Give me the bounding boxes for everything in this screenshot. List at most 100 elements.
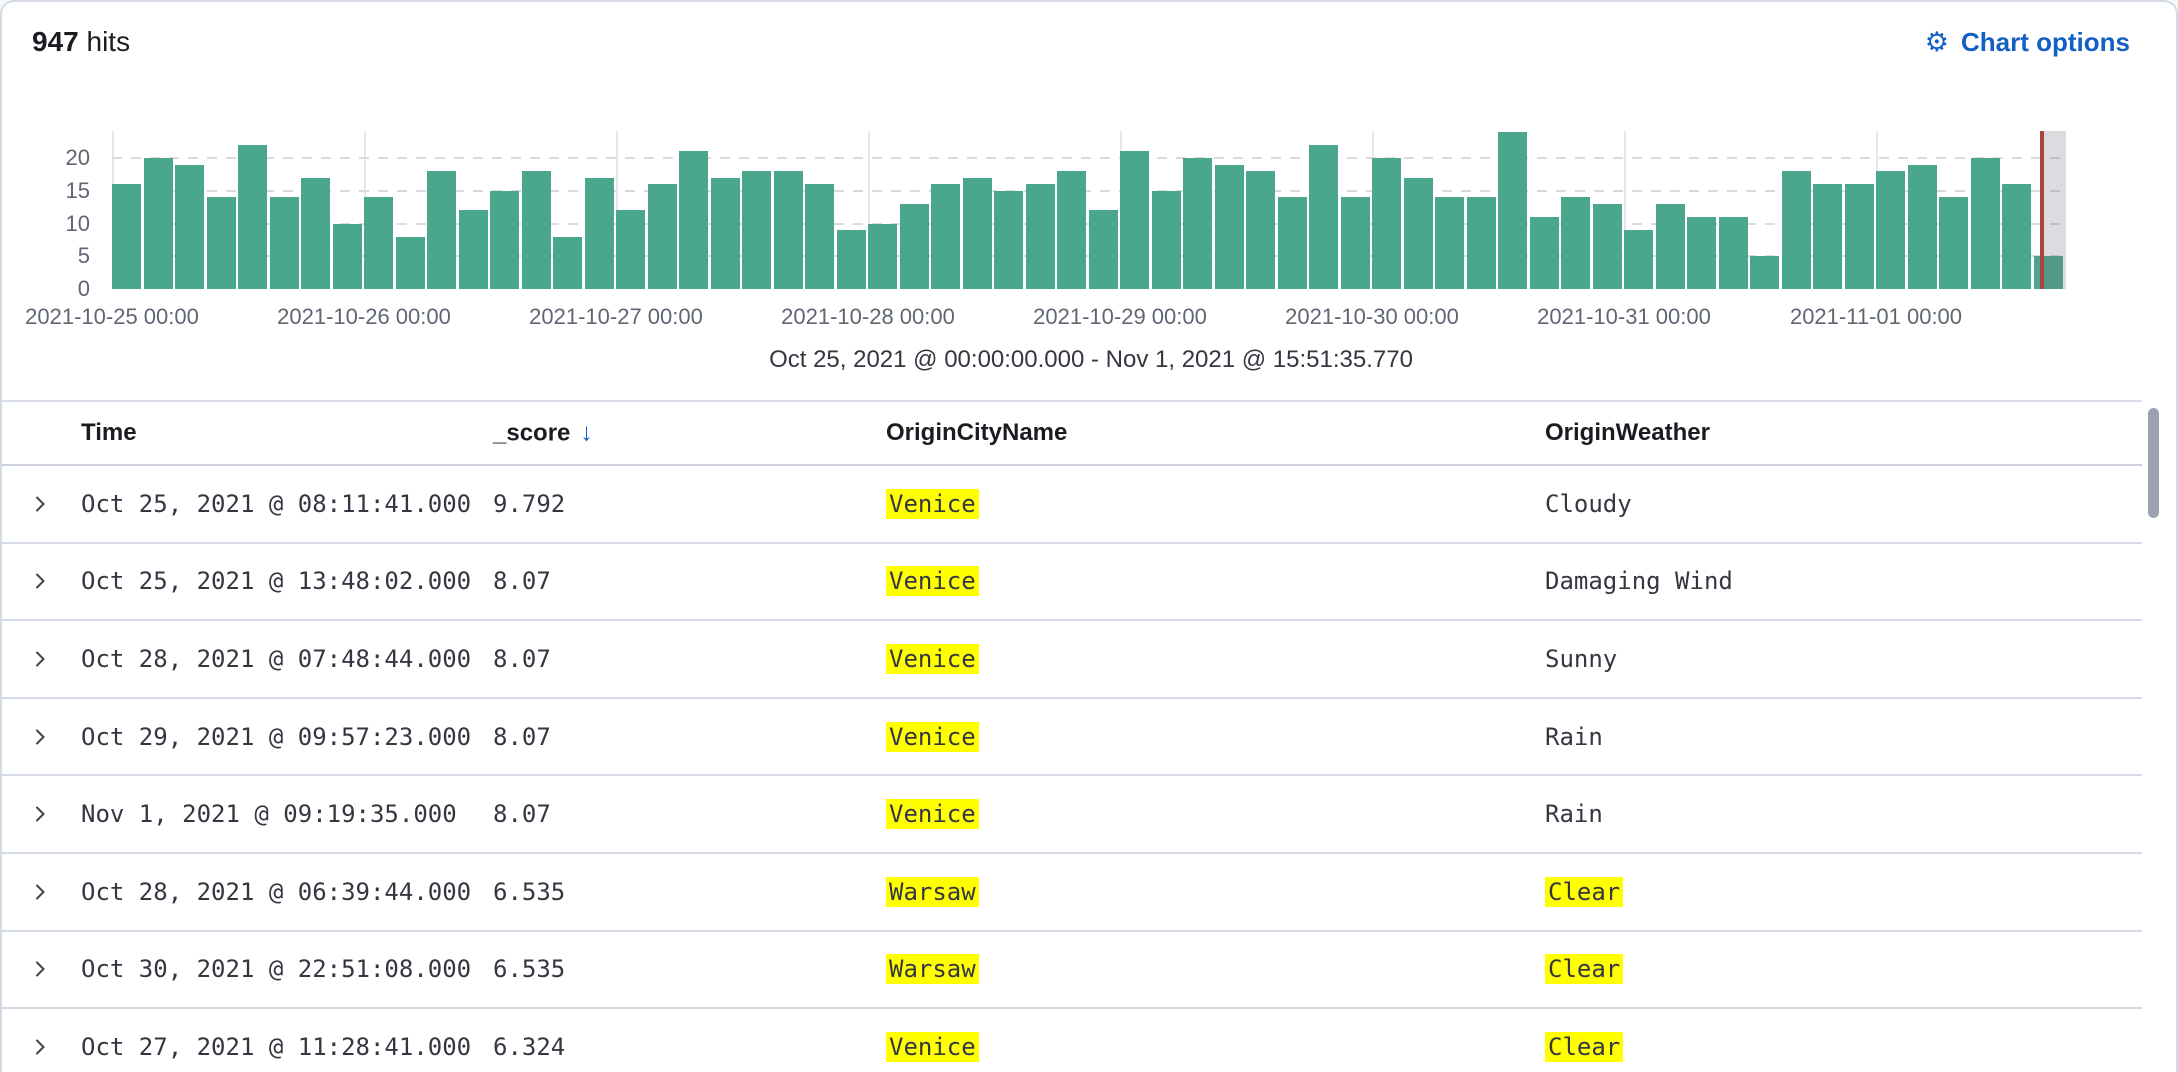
sort-descending-icon[interactable]: ↓ — [580, 419, 593, 447]
histogram-bar[interactable] — [396, 237, 425, 289]
cell-time: Oct 28, 2021 @ 07:48:44.000 — [81, 645, 471, 673]
histogram-bar[interactable] — [1845, 184, 1874, 289]
histogram-bar[interactable] — [1026, 184, 1055, 289]
expand-row-button[interactable] — [30, 494, 50, 514]
histogram-bar[interactable] — [522, 171, 551, 289]
histogram-bar[interactable] — [553, 237, 582, 289]
expand-row-button[interactable] — [30, 571, 50, 591]
table-row: Oct 25, 2021 @ 08:11:41.0009.792VeniceCl… — [2, 466, 2142, 544]
cell-origin-city: Warsaw — [886, 955, 979, 983]
histogram-bar[interactable] — [616, 210, 645, 289]
histogram-bar[interactable] — [1813, 184, 1842, 289]
histogram-bar[interactable] — [1152, 191, 1181, 289]
histogram-bar[interactable] — [837, 230, 866, 289]
histogram-bar[interactable] — [490, 191, 519, 289]
cell-origin-city-highlight: Venice — [886, 799, 979, 829]
histogram-bar[interactable] — [207, 197, 236, 289]
histogram-bar[interactable] — [679, 151, 708, 289]
histogram-bar[interactable] — [1467, 197, 1496, 289]
histogram-bar[interactable] — [1246, 171, 1275, 289]
x-axis-label: 2021-10-30 00:00 — [1257, 304, 1487, 330]
cell-score: 6.324 — [493, 1033, 565, 1061]
histogram-bar[interactable] — [1278, 197, 1307, 289]
histogram-bar[interactable] — [1435, 197, 1464, 289]
histogram-bar[interactable] — [1215, 165, 1244, 289]
column-header-score[interactable]: _score↓ — [493, 419, 593, 448]
histogram-bar[interactable] — [1687, 217, 1716, 289]
histogram-bar[interactable] — [994, 191, 1023, 289]
table-row: Oct 28, 2021 @ 07:48:44.0008.07VeniceSun… — [2, 621, 2142, 699]
cell-origin-weather: Sunny — [1545, 645, 1617, 673]
histogram-bar[interactable] — [1908, 165, 1937, 289]
histogram-bar[interactable] — [1341, 197, 1370, 289]
y-axis-label: 15 — [2, 178, 90, 204]
histogram-bar[interactable] — [238, 145, 267, 289]
expand-row-button[interactable] — [30, 959, 50, 979]
histogram-bar[interactable] — [1404, 178, 1433, 289]
histogram-bar[interactable] — [333, 224, 362, 290]
histogram-bar[interactable] — [868, 224, 897, 290]
histogram-bar[interactable] — [364, 197, 393, 289]
histogram-bar[interactable] — [1750, 256, 1779, 289]
histogram-bar[interactable] — [1971, 158, 2000, 289]
cell-time: Oct 25, 2021 @ 08:11:41.000 — [81, 490, 471, 518]
histogram-bar[interactable] — [1372, 158, 1401, 289]
histogram-bar[interactable] — [1498, 132, 1527, 289]
histogram-bar[interactable] — [1561, 197, 1590, 289]
column-header-originweather[interactable]: OriginWeather — [1545, 419, 1710, 447]
vertical-scrollbar[interactable] — [2148, 408, 2159, 518]
histogram-bar[interactable] — [805, 184, 834, 289]
histogram-bar[interactable] — [1309, 145, 1338, 289]
histogram-bar[interactable] — [963, 178, 992, 289]
histogram-bar[interactable] — [931, 184, 960, 289]
cell-score: 8.07 — [493, 800, 551, 828]
histogram-bar[interactable] — [144, 158, 173, 289]
histogram-bar[interactable] — [301, 178, 330, 289]
histogram-bar[interactable] — [1624, 230, 1653, 289]
histogram-bar[interactable] — [427, 171, 456, 289]
time-range-label: Oct 25, 2021 @ 00:00:00.000 - Nov 1, 202… — [2, 346, 2178, 374]
histogram-bar[interactable] — [585, 178, 614, 289]
cell-origin-city-highlight: Venice — [886, 566, 979, 596]
histogram-bar[interactable] — [1183, 158, 1212, 289]
table-row: Oct 27, 2021 @ 11:28:41.0006.324VeniceCl… — [2, 1009, 2142, 1072]
histogram-bar[interactable] — [459, 210, 488, 289]
cell-origin-weather: Damaging Wind — [1545, 567, 1733, 595]
expand-row-button[interactable] — [30, 882, 50, 902]
expand-row-button[interactable] — [30, 1037, 50, 1057]
cell-origin-weather-highlight: Clear — [1545, 1032, 1623, 1062]
histogram-bar[interactable] — [774, 171, 803, 289]
cell-origin-city: Venice — [886, 567, 979, 595]
expand-row-button[interactable] — [30, 804, 50, 824]
histogram-bar[interactable] — [1530, 217, 1559, 289]
column-header-time[interactable]: Time — [81, 419, 137, 447]
histogram-bar[interactable] — [900, 204, 929, 289]
chevron-right-icon — [30, 571, 50, 591]
cell-origin-weather: Rain — [1545, 800, 1603, 828]
histogram-bar[interactable] — [1656, 204, 1685, 289]
cell-origin-city: Venice — [886, 645, 979, 673]
histogram-bar[interactable] — [270, 197, 299, 289]
cell-origin-weather: Clear — [1545, 955, 1623, 983]
histogram-bar[interactable] — [1089, 210, 1118, 289]
histogram-bar[interactable] — [1593, 204, 1622, 289]
expand-row-button[interactable] — [30, 649, 50, 669]
hits-histogram-chart[interactable]: 2021-10-25 00:002021-10-26 00:002021-10-… — [2, 2, 2178, 400]
histogram-bar[interactable] — [1719, 217, 1748, 289]
histogram-bar[interactable] — [1120, 151, 1149, 289]
histogram-bar[interactable] — [175, 165, 204, 289]
histogram-bar[interactable] — [2002, 184, 2031, 289]
histogram-bar[interactable] — [648, 184, 677, 289]
histogram-bar[interactable] — [742, 171, 771, 289]
expand-row-button[interactable] — [30, 727, 50, 747]
discover-results-panel: 947 hits ⚙ Chart options 2021-10-25 00:0… — [0, 0, 2178, 1072]
histogram-bar[interactable] — [1939, 197, 1968, 289]
histogram-bar[interactable] — [1782, 171, 1811, 289]
histogram-bar[interactable] — [1876, 171, 1905, 289]
cell-origin-city: Venice — [886, 723, 979, 751]
cell-origin-city-highlight: Venice — [886, 722, 979, 752]
histogram-bar[interactable] — [711, 178, 740, 289]
column-header-origincityname[interactable]: OriginCityName — [886, 419, 1067, 447]
histogram-bar[interactable] — [112, 184, 141, 289]
histogram-bar[interactable] — [1057, 171, 1086, 289]
